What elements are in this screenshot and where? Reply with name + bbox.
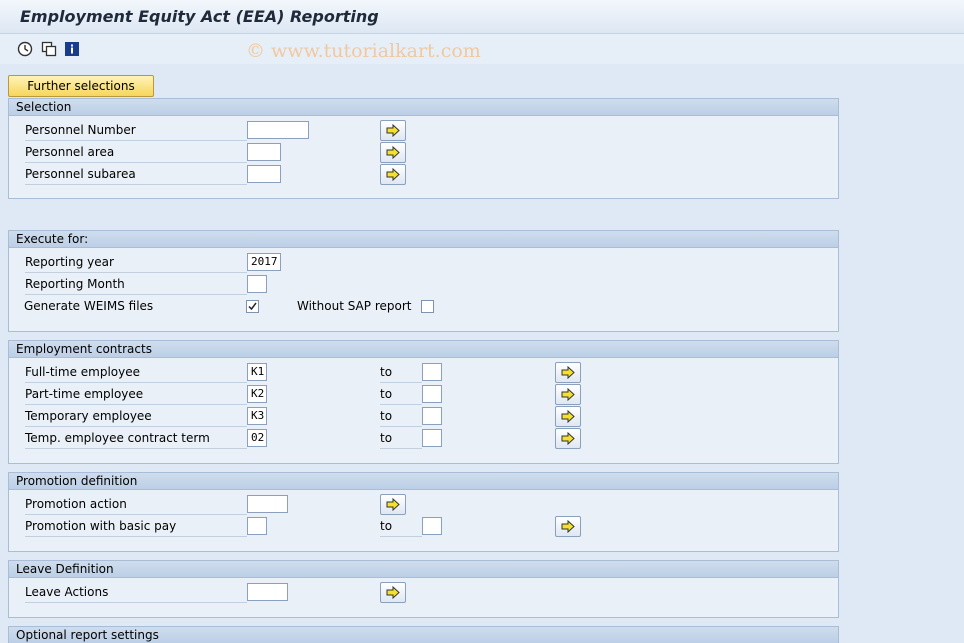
selection-group-header: Selection — [9, 99, 838, 116]
watermark: © www.tutorialkart.com — [246, 40, 481, 62]
execute-for-group: Execute for: Reporting year 2017 Reporti… — [8, 230, 839, 332]
promotion-basic-pay-to-input[interactable] — [422, 517, 442, 535]
temp-contract-term-label: Temp. employee contract term — [25, 428, 247, 449]
employment-contracts-group: Employment contracts Full-time employee … — [8, 340, 839, 464]
temporary-employee-from-input[interactable]: K3 — [247, 407, 267, 425]
execute-icon[interactable] — [17, 41, 33, 57]
part-time-employee-to-input[interactable] — [422, 385, 442, 403]
personnel-area-label: Personnel area — [25, 142, 247, 163]
full-time-employee-multiple-selection-button[interactable] — [555, 362, 581, 383]
optional-report-settings-group: Optional report settings — [8, 626, 839, 643]
personnel-subarea-multiple-selection-button[interactable] — [380, 164, 406, 185]
leave-definition-group: Leave Definition Leave Actions — [8, 560, 839, 618]
part-time-employee-multiple-selection-button[interactable] — [555, 384, 581, 405]
without-sap-report-label: Without SAP report — [297, 299, 412, 313]
full-time-employee-label: Full-time employee — [25, 362, 247, 383]
leave-actions-label: Leave Actions — [25, 582, 247, 603]
generate-weims-label: Generate WEIMS files — [24, 299, 154, 313]
without-sap-report-checkbox[interactable] — [421, 300, 434, 313]
selection-group: Selection Personnel Number Personnel are… — [8, 98, 839, 199]
part-time-employee-to-label: to — [380, 384, 422, 405]
promotion-action-input[interactable] — [247, 495, 288, 513]
promotion-definition-group: Promotion definition Promotion action Pr… — [8, 472, 839, 552]
full-time-employee-from-input[interactable]: K1 — [247, 363, 267, 381]
reporting-year-input[interactable]: 2017 — [247, 253, 281, 271]
copy-icon[interactable] — [41, 41, 57, 57]
promotion-basic-pay-multiple-selection-button[interactable] — [555, 516, 581, 537]
temporary-employee-to-label: to — [380, 406, 422, 427]
further-selections-button[interactable]: Further selections — [8, 75, 154, 97]
temporary-employee-multiple-selection-button[interactable] — [555, 406, 581, 427]
temporary-employee-to-input[interactable] — [422, 407, 442, 425]
promotion-basic-pay-label: Promotion with basic pay — [25, 516, 247, 537]
personnel-number-multiple-selection-button[interactable] — [380, 120, 406, 141]
part-time-employee-label: Part-time employee — [25, 384, 247, 405]
optional-report-settings-group-header: Optional report settings — [9, 627, 838, 643]
part-time-employee-from-input[interactable]: K2 — [247, 385, 267, 403]
personnel-area-multiple-selection-button[interactable] — [380, 142, 406, 163]
promotion-definition-group-header: Promotion definition — [9, 473, 838, 490]
leave-definition-group-header: Leave Definition — [9, 561, 838, 578]
info-icon[interactable] — [64, 41, 80, 57]
promotion-basic-pay-to-label: to — [380, 516, 422, 537]
personnel-number-label: Personnel Number — [25, 120, 247, 141]
personnel-area-input[interactable] — [247, 143, 281, 161]
generate-weims-checkbox[interactable] — [246, 300, 259, 313]
reporting-year-label: Reporting year — [25, 252, 247, 273]
temp-contract-term-to-input[interactable] — [422, 429, 442, 447]
full-time-employee-to-input[interactable] — [422, 363, 442, 381]
temp-contract-term-from-input[interactable]: 02 — [247, 429, 267, 447]
personnel-subarea-input[interactable] — [247, 165, 281, 183]
temporary-employee-label: Temporary employee — [25, 406, 247, 427]
page-title: Employment Equity Act (EEA) Reporting — [20, 7, 379, 26]
temp-contract-term-multiple-selection-button[interactable] — [555, 428, 581, 449]
employment-contracts-group-header: Employment contracts — [9, 341, 838, 358]
reporting-month-label: Reporting Month — [25, 274, 247, 295]
application-toolbar: © www.tutorialkart.com — [0, 34, 964, 64]
personnel-number-input[interactable] — [247, 121, 309, 139]
full-time-employee-to-label: to — [380, 362, 422, 383]
execute-for-group-header: Execute for: — [9, 231, 838, 248]
temp-contract-term-to-label: to — [380, 428, 422, 449]
personnel-subarea-label: Personnel subarea — [25, 164, 247, 185]
promotion-basic-pay-from-input[interactable] — [247, 517, 267, 535]
leave-actions-multiple-selection-button[interactable] — [380, 582, 406, 603]
promotion-action-multiple-selection-button[interactable] — [380, 494, 406, 515]
promotion-action-label: Promotion action — [25, 494, 247, 515]
title-bar: Employment Equity Act (EEA) Reporting — [0, 0, 964, 34]
leave-actions-input[interactable] — [247, 583, 288, 601]
reporting-month-input[interactable] — [247, 275, 267, 293]
